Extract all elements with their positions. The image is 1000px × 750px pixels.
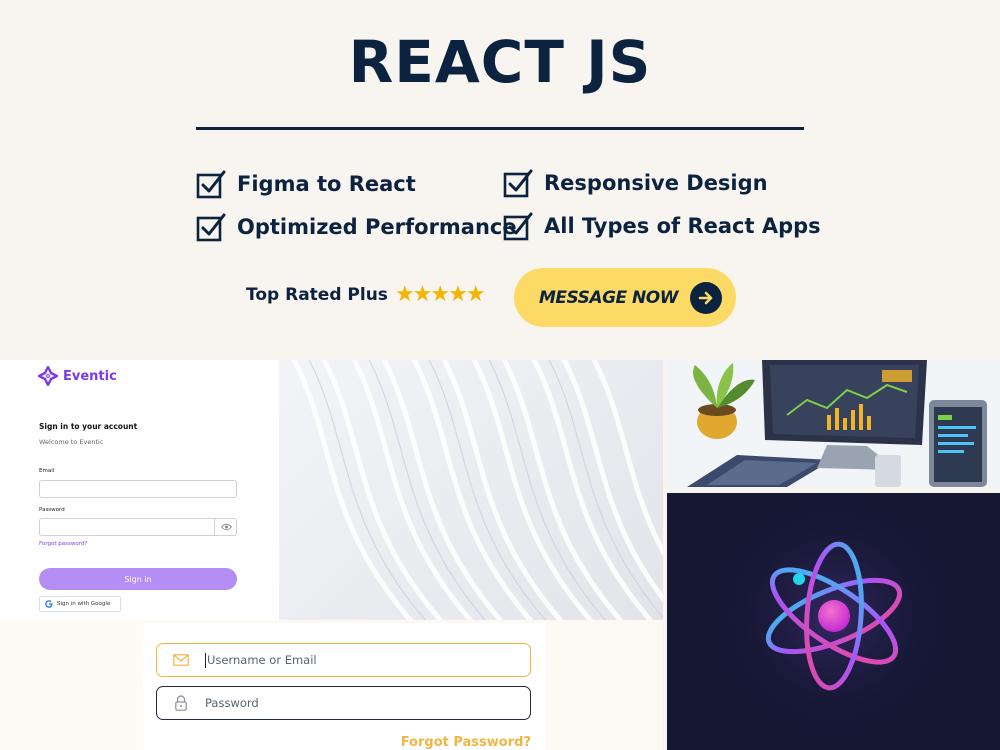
- lock-icon: [157, 695, 205, 711]
- signin-button[interactable]: Sign in: [39, 568, 237, 590]
- text-cursor: [205, 652, 206, 668]
- eventic-logo: Eventic: [38, 366, 117, 386]
- feature-item: Responsive Design: [503, 165, 768, 201]
- password-label: Password: [39, 507, 65, 513]
- dashboard-illustration: [667, 360, 1000, 487]
- password-field[interactable]: Password: [156, 686, 531, 720]
- page-title: REACT JS: [348, 28, 652, 96]
- username-placeholder: Username or Email: [207, 653, 317, 667]
- abstract-wave-image: [279, 360, 663, 620]
- email-label: Email: [39, 468, 55, 474]
- star-rating-icon: ★★★★★: [394, 282, 486, 307]
- feature-item: All Types of React Apps: [503, 208, 821, 244]
- checkbox-check-icon: [196, 213, 226, 242]
- arrow-right-icon: [690, 282, 722, 314]
- signin-heading: Sign in to your account: [39, 422, 138, 431]
- mail-icon: [157, 654, 205, 666]
- feature-label: Responsive Design: [544, 171, 768, 195]
- google-icon: [45, 600, 53, 608]
- title-divider: [196, 127, 804, 130]
- password-placeholder: Password: [205, 696, 259, 710]
- signin-subheading: Welcome to Eventic: [39, 438, 104, 446]
- react-atom-image: [667, 493, 1000, 750]
- feature-item: Optimized Performance: [196, 209, 517, 245]
- eventic-logo-icon: [38, 366, 58, 386]
- rating-label: Top Rated Plus: [246, 284, 388, 305]
- feature-item: Figma to React: [196, 166, 416, 202]
- message-now-button[interactable]: MESSAGE NOW: [514, 268, 736, 327]
- login-card: Username or Email Password Forgot Passwo…: [143, 623, 546, 750]
- dashboard-graphic: [687, 360, 987, 487]
- email-field[interactable]: [39, 480, 237, 498]
- username-email-field[interactable]: Username or Email: [156, 643, 531, 677]
- google-signin-button[interactable]: Sign in with Google: [39, 596, 121, 612]
- google-signin-label: Sign in with Google: [57, 601, 111, 607]
- login-form-screenshot: Username or Email Password Forgot Passwo…: [0, 620, 663, 750]
- checkbox-check-icon: [503, 169, 533, 198]
- feature-label: Optimized Performance: [237, 215, 517, 239]
- feature-label: All Types of React Apps: [544, 214, 821, 238]
- wave-pattern: [291, 360, 663, 620]
- forgot-password-link[interactable]: Forgot Password?: [401, 735, 531, 750]
- react-atom-icon: [714, 496, 954, 736]
- checkbox-check-icon: [503, 212, 533, 241]
- forgot-password-link[interactable]: Forgot password?: [39, 541, 87, 547]
- eventic-brand: Eventic: [63, 368, 117, 384]
- eye-icon[interactable]: [214, 518, 237, 536]
- checkbox-check-icon: [196, 170, 226, 199]
- eventic-signin-screenshot: Eventic Sign in to your account Welcome …: [0, 360, 279, 620]
- feature-label: Figma to React: [237, 172, 416, 196]
- message-now-label: MESSAGE NOW: [539, 287, 678, 308]
- rating: Top Rated Plus ★★★★★: [246, 282, 486, 307]
- password-field[interactable]: [39, 518, 237, 536]
